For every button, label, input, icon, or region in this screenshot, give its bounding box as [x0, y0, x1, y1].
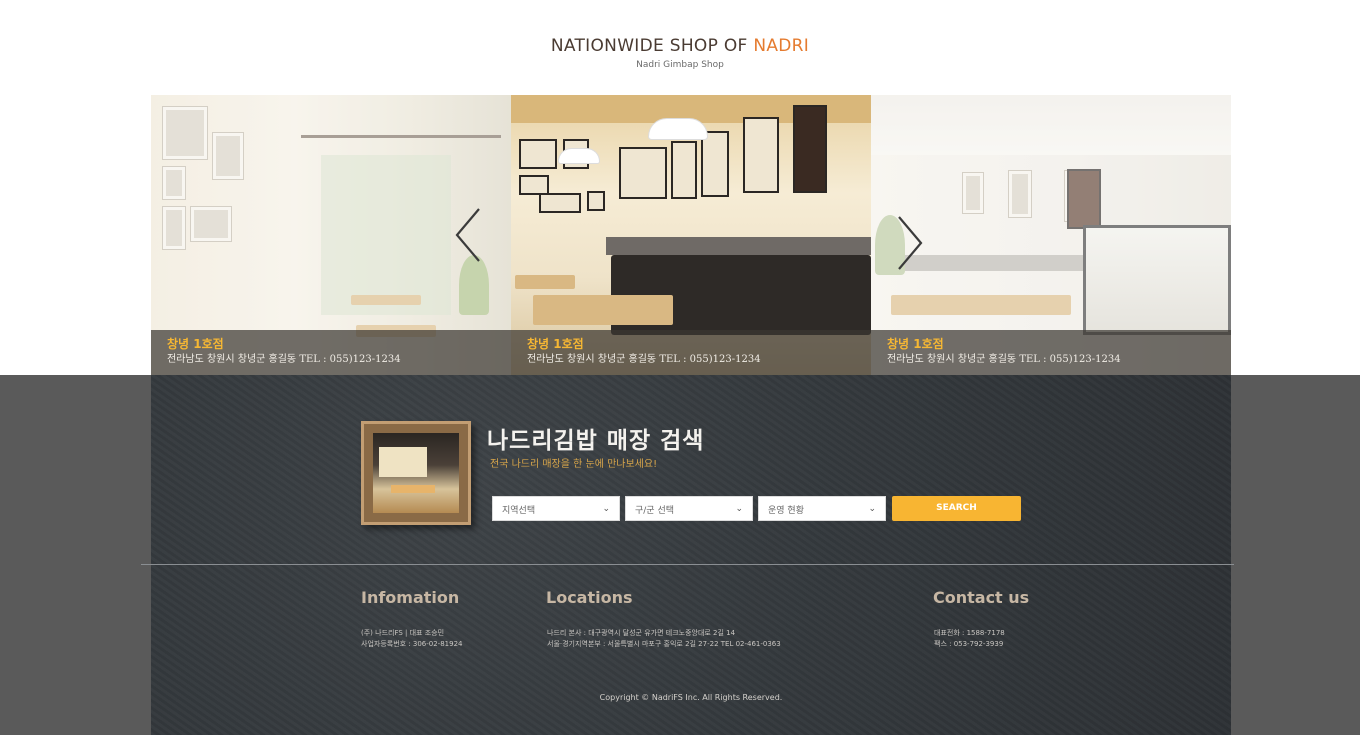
chalkboard-panel: 나드리김밥 매장 검색 전국 나드리 매장을 한 눈에 만나보세요! 지역선택 … [151, 375, 1231, 735]
footer-info-line: (주) 나드리FS | 대표 조승민 [361, 629, 445, 637]
search-button[interactable]: SEARCH [892, 496, 1021, 521]
footer-location-line: 나드리 본사 : 대구광역시 달성군 유가면 테크노중앙대로 2길 14 [547, 629, 736, 637]
search-title: 나드리김밥 매장 검색 [487, 428, 705, 454]
shop-frame-image [361, 421, 471, 525]
status-select-value: 운영 현황 [768, 506, 804, 516]
copyright-text: Copyright © NadriFS Inc. All Rights Rese… [599, 693, 783, 702]
shop-slider: 창녕 1호점 전라남도 창원시 창녕군 홍길동 TEL : 055)123-12… [151, 95, 1231, 375]
region-select-value: 지역선택 [502, 506, 536, 516]
search-subtitle: 전국 나드리 매장을 한 눈에 만나보세요! [490, 459, 658, 470]
footer-info-line: 사업자등록번호 : 306-02-81924 [361, 640, 463, 648]
store-search-section: 나드리김밥 매장 검색 전국 나드리 매장을 한 눈에 만나보세요! 지역선택 … [0, 375, 1360, 735]
region-select[interactable]: 지역선택 ⌄ [492, 496, 620, 521]
slide-address: 전라남도 창원시 창녕군 홍길동 TEL : 055)123-1234 [167, 354, 401, 365]
footer-contact-line: 대표전화 : 1588-7178 [934, 629, 1005, 637]
slide-title: 창녕 1호점 [527, 337, 584, 351]
footer-location-line: 서울·경기지역본부 : 서울특별시 마포구 홍익로 2길 27-22 TEL 0… [547, 640, 781, 648]
page: NATIONWIDE SHOP OF NADRI Nadri Gimbap Sh… [0, 0, 1360, 735]
slider-next-arrow-icon[interactable] [889, 213, 929, 273]
slide-caption: 창녕 1호점 전라남도 창원시 창녕군 홍길동 TEL : 055)123-12… [511, 330, 871, 375]
chevron-down-icon: ⌄ [735, 504, 743, 514]
footer-locations-heading: Locations [546, 588, 633, 607]
page-title: NATIONWIDE SHOP OF NADRI [0, 36, 1360, 56]
status-select[interactable]: 운영 현황 ⌄ [758, 496, 886, 521]
slide-title: 창녕 1호점 [887, 337, 944, 351]
slide-caption: 창녕 1호점 전라남도 창원시 창녕군 홍길동 TEL : 055)123-12… [871, 330, 1231, 375]
slide-address: 전라남도 창원시 창녕군 홍길동 TEL : 055)123-1234 [527, 354, 761, 365]
footer-contact-heading: Contact us [933, 588, 1030, 607]
district-select-value: 구/군 선택 [635, 506, 675, 516]
footer-info-heading: Infomation [361, 588, 460, 607]
footer-divider [141, 564, 1234, 565]
slider-prev-arrow-icon[interactable] [451, 205, 491, 265]
slide-address: 전라남도 창원시 창녕군 홍길동 TEL : 055)123-1234 [887, 354, 1121, 365]
footer-contact-line: 팩스 : 053-792-3939 [934, 640, 1004, 648]
slide-2[interactable]: 창녕 1호점 전라남도 창원시 창녕군 홍길동 TEL : 055)123-12… [511, 95, 871, 375]
chevron-down-icon: ⌄ [602, 504, 610, 514]
header: NATIONWIDE SHOP OF NADRI Nadri Gimbap Sh… [0, 0, 1360, 95]
brand-accent: NADRI [753, 36, 810, 56]
brand-main: NATIONWIDE SHOP OF [550, 36, 754, 56]
slide-title: 창녕 1호점 [167, 337, 224, 351]
slide-caption: 창녕 1호점 전라남도 창원시 창녕군 홍길동 TEL : 055)123-12… [151, 330, 511, 375]
page-subtitle: Nadri Gimbap Shop [636, 60, 724, 70]
district-select[interactable]: 구/군 선택 ⌄ [625, 496, 753, 521]
chevron-down-icon: ⌄ [868, 504, 876, 514]
